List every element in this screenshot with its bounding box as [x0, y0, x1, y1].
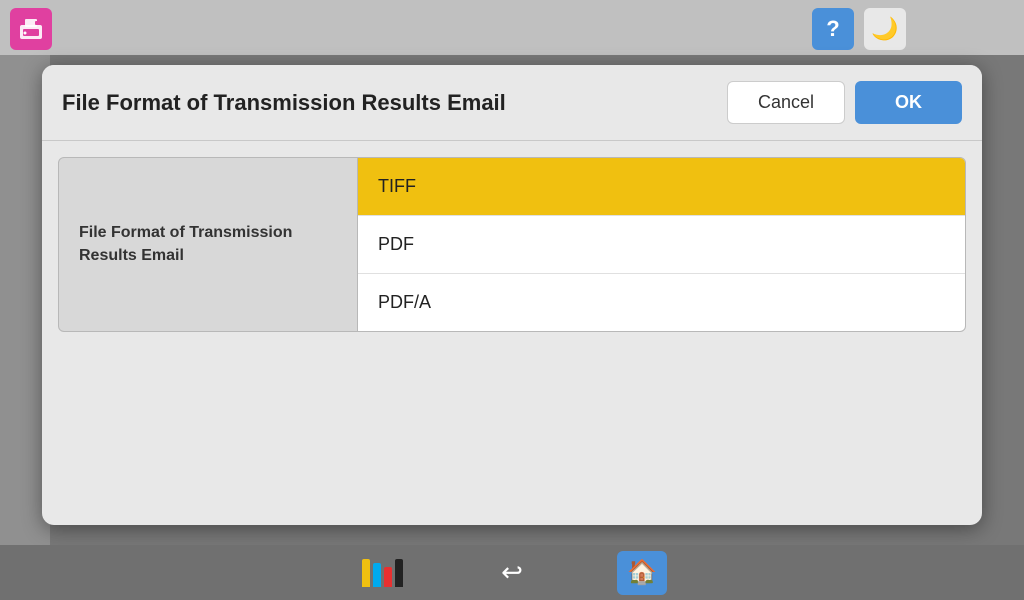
option-pdf[interactable]: PDF — [358, 216, 965, 274]
ink-bar-cyan — [373, 563, 381, 587]
ink-button[interactable] — [357, 551, 407, 595]
dialog-content: File Format of Transmission Results Emai… — [42, 141, 982, 348]
option-pdfa[interactable]: PDF/A — [358, 274, 965, 331]
cancel-button[interactable]: Cancel — [727, 81, 845, 124]
format-dropdown-list: TIFF PDF PDF/A — [357, 157, 966, 332]
dialog-title: File Format of Transmission Results Emai… — [62, 90, 506, 116]
bottom-bar: ↩ 🏠 — [0, 545, 1024, 600]
ink-bar-black — [395, 559, 403, 587]
dialog-box: File Format of Transmission Results Emai… — [42, 65, 982, 525]
option-pdf-label: PDF — [378, 234, 414, 254]
dialog-header: File Format of Transmission Results Emai… — [42, 65, 982, 141]
ink-icon — [362, 559, 403, 587]
dialog-buttons: Cancel OK — [727, 81, 962, 124]
moon-button[interactable]: 🌙 — [864, 8, 906, 50]
home-button[interactable]: 🏠 — [617, 551, 667, 595]
help-button[interactable]: ? — [812, 8, 854, 50]
back-button[interactable]: ↩ — [487, 551, 537, 595]
home-icon: 🏠 — [627, 558, 657, 587]
option-tiff-label: TIFF — [378, 176, 416, 196]
dialog-overlay: File Format of Transmission Results Emai… — [0, 55, 1024, 545]
help-label: ? — [826, 16, 839, 42]
back-icon: ↩ — [501, 557, 523, 588]
moon-icon: 🌙 — [871, 16, 898, 42]
fax-icon — [10, 8, 52, 50]
ink-bar-yellow — [362, 559, 370, 587]
option-pdfa-label: PDF/A — [378, 292, 431, 312]
option-tiff[interactable]: TIFF — [358, 158, 965, 216]
ok-button[interactable]: OK — [855, 81, 962, 124]
field-label: File Format of Transmission Results Emai… — [58, 157, 358, 332]
ink-bar-red — [384, 567, 392, 587]
